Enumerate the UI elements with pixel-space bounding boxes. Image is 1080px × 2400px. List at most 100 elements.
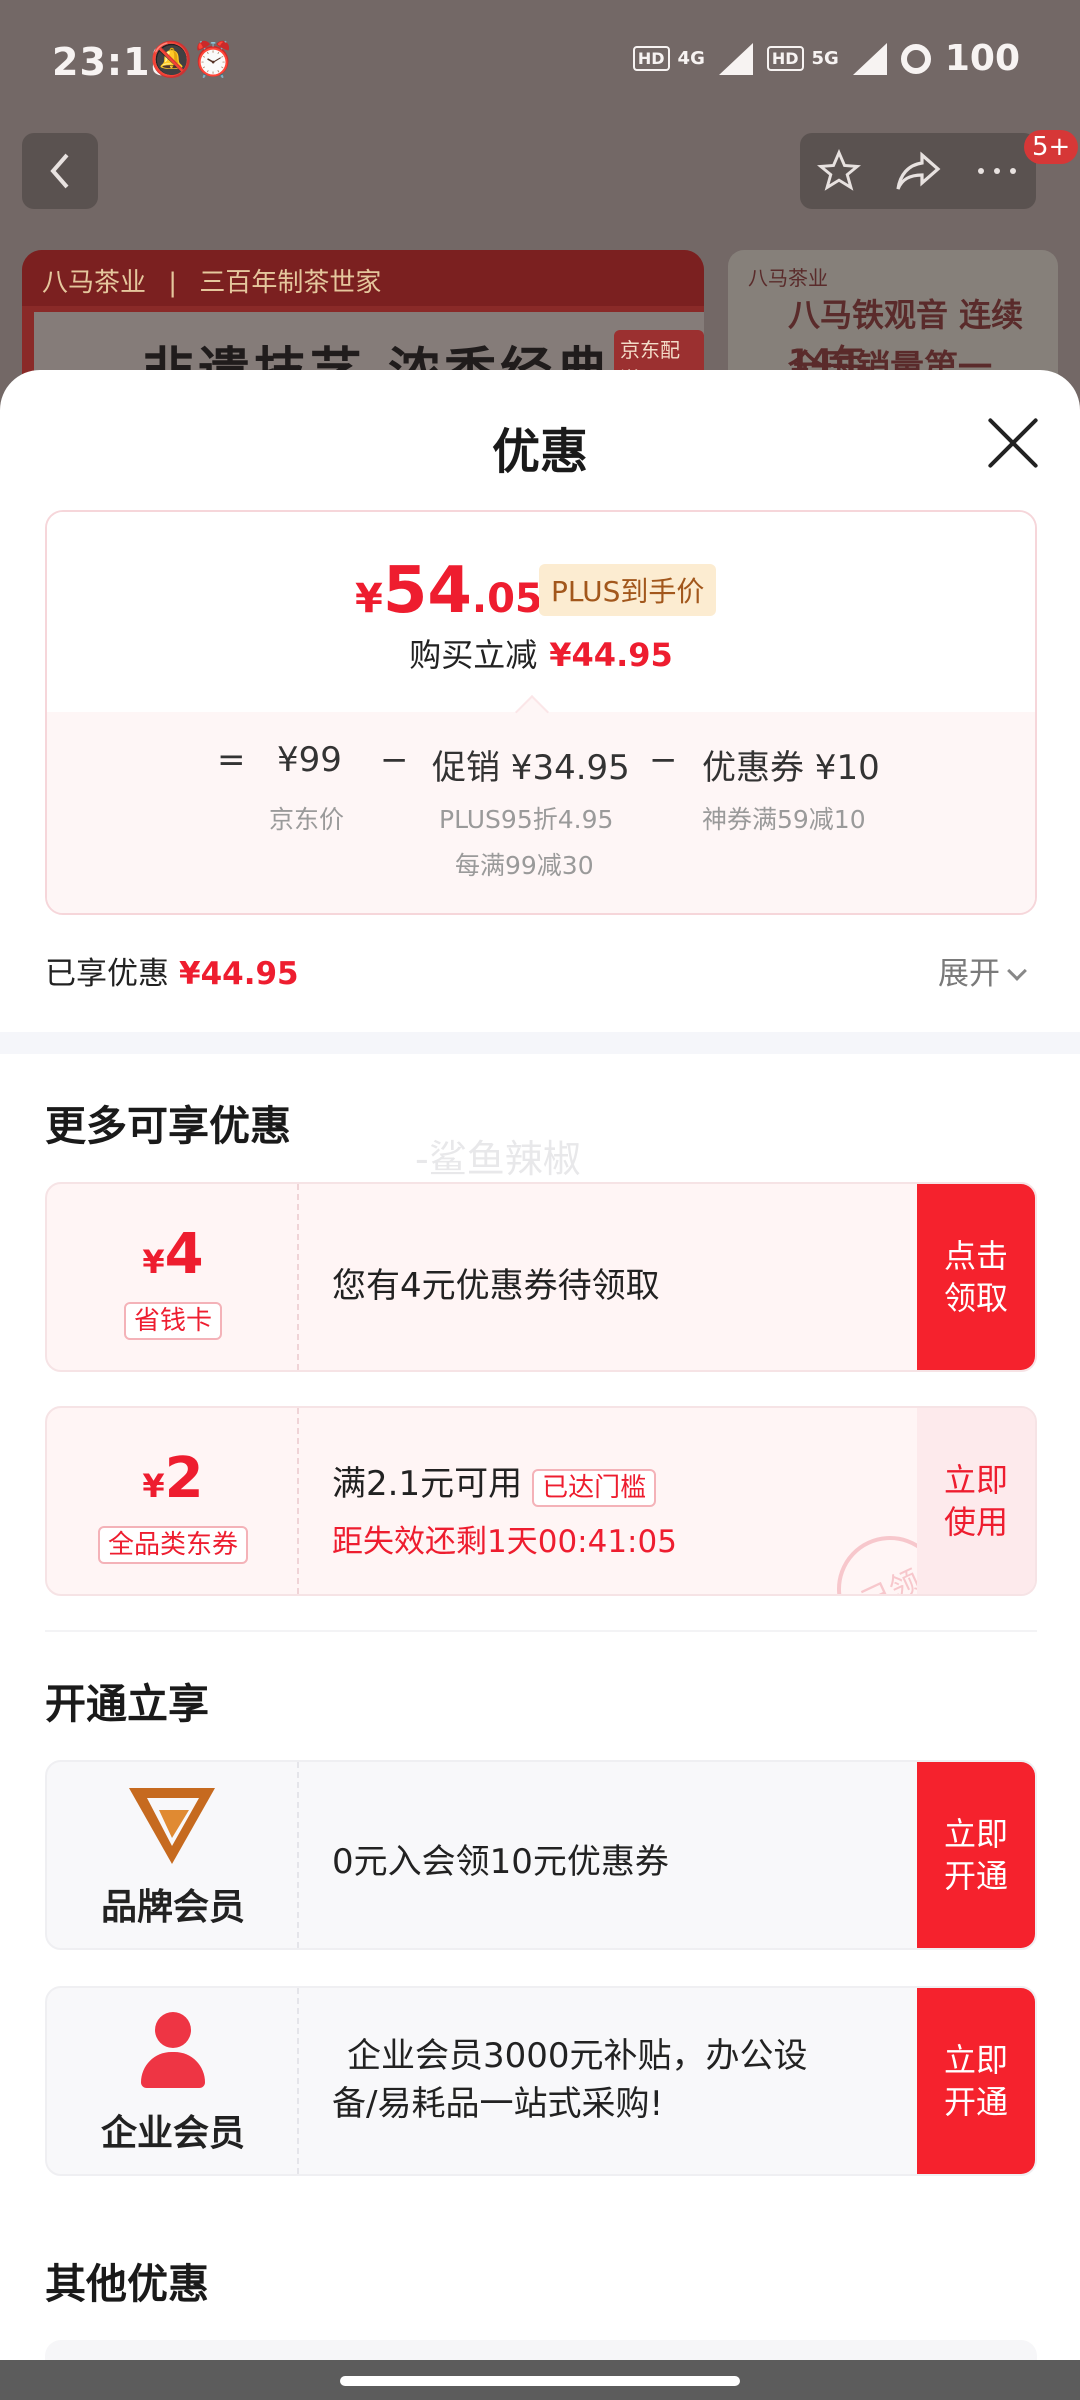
member-left: 企业会员	[47, 1988, 299, 2174]
sheet-title: 优惠	[491, 424, 588, 480]
coupon-amount-number: 4	[164, 1222, 204, 1287]
join-button-label: 立即开通	[943, 1815, 1008, 1895]
member-name: 企业会员	[100, 2113, 245, 2154]
banner-strip: 八马茶业 | 三百年制茶世家	[22, 250, 704, 306]
signal-icon	[852, 42, 887, 75]
background-page: 23:18 🔕⏰ HD 4G HD 5G 100 5+ 八马茶业 | 三百年制茶…	[0, 0, 1080, 420]
star-icon[interactable]	[816, 149, 861, 193]
coupon-currency: ¥	[142, 1243, 165, 1281]
coupon-tag-label: 省钱卡	[123, 1302, 222, 1340]
coupon-desc: 您有4元优惠券待领取	[332, 1266, 660, 1306]
jd-price-label: 京东价	[269, 805, 345, 834]
coupon-left: ¥4 省钱卡	[47, 1184, 299, 1370]
join-button[interactable]: 立即开通	[917, 1988, 1035, 2174]
other-discounts-title: 其他优惠	[45, 2260, 209, 2308]
price-decimal: .05	[471, 576, 543, 622]
minus-sign: −	[380, 740, 409, 780]
enjoyed-discount: 已享优惠 ¥44.95	[45, 948, 299, 993]
member-name: 品牌会员	[100, 1887, 245, 1928]
section-divider	[45, 1630, 1037, 1632]
coupon-amount: ¥4	[47, 1222, 299, 1287]
section-divider	[0, 1032, 1080, 1054]
reduce-value: ¥44.95	[549, 636, 673, 674]
expand-label: 展开	[938, 956, 1000, 992]
discount-sheet: 优惠 ¥54.05 PLUS到手价 购买立减 ¥44.95 = ¥99 京东价 −…	[0, 370, 1080, 2360]
join-button-label: 立即开通	[943, 2041, 1008, 2121]
network-type: 5G	[811, 48, 839, 69]
purchase-reduction: 购买立减 ¥44.95	[47, 630, 1035, 676]
jd-price-value: ¥99	[277, 740, 342, 780]
use-now-label: 立即使用	[943, 1461, 1008, 1541]
more-discounts-title: 更多可享优惠	[45, 1102, 291, 1150]
promo-value: 促销 ¥34.95	[432, 748, 630, 788]
system-nav-bar	[0, 2360, 1080, 2400]
enjoyed-value: ¥44.95	[179, 956, 299, 992]
banner-brand: 八马茶业	[42, 268, 147, 298]
coupon-desc: 满2.1元可用 已达门槛	[332, 1456, 657, 1507]
coupon-tag: 全品类东券	[47, 1524, 299, 1564]
price-integer: 54	[382, 554, 472, 628]
use-now-button[interactable]: 立即使用	[917, 1408, 1035, 1594]
coupon-desc-text: 满2.1元可用	[332, 1464, 523, 1504]
join-button[interactable]: 立即开通	[917, 1762, 1035, 1948]
open-benefits-title: 开通立享	[45, 1680, 209, 1728]
threshold-reached-badge: 已达门槛	[532, 1469, 657, 1507]
battery-icon	[900, 43, 931, 74]
coupon-tag: 省钱卡	[47, 1300, 299, 1340]
close-icon[interactable]	[985, 415, 1041, 471]
member-desc-line1: 企业会员3000元补贴，办公设	[347, 2036, 808, 2076]
notification-badge: 5+	[1024, 130, 1079, 164]
chevron-left-icon	[50, 153, 69, 189]
banner2-brand: 八马茶业	[748, 266, 828, 290]
coupon-amount: ¥2	[47, 1446, 299, 1511]
status-left-icons: 🔕⏰	[150, 40, 235, 80]
share-icon[interactable]	[894, 149, 942, 193]
member-desc: 0元入会领10元优惠券	[332, 1842, 669, 1882]
more-icon[interactable]	[975, 165, 1019, 177]
person-icon	[135, 2012, 211, 2092]
status-right: HD 4G HD 5G 100	[632, 38, 1020, 79]
promo-sub-threshold: 每满99减30	[455, 851, 594, 880]
expand-button[interactable]: 展开	[938, 948, 1027, 993]
chevron-down-icon	[1007, 961, 1027, 981]
plus-price-tag: PLUS到手价	[539, 564, 717, 616]
other-discount-card	[45, 2340, 1037, 2360]
banner-slogan: 三百年制茶世家	[199, 268, 382, 298]
top-action-bar	[800, 133, 1036, 209]
equals-sign: =	[217, 740, 246, 780]
back-button[interactable]	[22, 133, 98, 209]
price-top: ¥54.05 PLUS到手价 购买立减 ¥44.95	[47, 512, 1035, 712]
final-price: ¥54.05	[355, 554, 543, 628]
enterprise-member-card: 企业会员 企业会员3000元补贴，办公设 备/易耗品一站式采购! 立即开通	[45, 1986, 1037, 2176]
brand-v-logo-icon	[129, 1788, 215, 1864]
network-type: 4G	[677, 48, 705, 69]
coupon-left: ¥2 全品类东券	[47, 1408, 299, 1594]
mute-icon: 🔕	[150, 40, 193, 80]
member-left: 品牌会员	[47, 1762, 299, 1948]
coupon-card-allcategory: ¥2 全品类东券 满2.1元可用 已达门槛 距失效还剩1天00:41:05 已领 …	[45, 1406, 1037, 1596]
claim-button-label: 点击领取	[943, 1237, 1008, 1317]
watermark: -鲨鱼辣椒	[415, 1137, 581, 1181]
enjoyed-label: 已享优惠	[45, 956, 169, 992]
price-breakdown-box: ¥54.05 PLUS到手价 购买立减 ¥44.95 = ¥99 京东价 − 促销…	[45, 510, 1037, 915]
battery-level: 100	[944, 38, 1020, 79]
signal-icon	[718, 42, 753, 75]
coupon-card-savings: ¥4 省钱卡 您有4元优惠券待领取 点击领取	[45, 1182, 1037, 1372]
promo-sub-plus: PLUS95折4.95	[439, 805, 614, 834]
coupon-currency: ¥	[142, 1467, 165, 1505]
hd-icon: HD	[632, 46, 670, 71]
price-currency: ¥	[355, 576, 383, 622]
status-bar: 23:18 🔕⏰ HD 4G HD 5G 100	[0, 0, 1080, 125]
claim-button[interactable]: 点击领取	[917, 1184, 1035, 1370]
reduce-label: 购买立减	[409, 636, 538, 674]
coupon-sub: 神券满59减10	[702, 805, 866, 834]
home-indicator[interactable]	[340, 2376, 740, 2386]
coupon-tag-label: 全品类东券	[97, 1526, 248, 1564]
coupon-value: 优惠券 ¥10	[702, 748, 880, 788]
price-formula: = ¥99 京东价 − 促销 ¥34.95 PLUS95折4.95 每满99减3…	[47, 712, 1035, 913]
minus-sign: −	[649, 740, 678, 780]
brand-member-card: 品牌会员 0元入会领10元优惠券 立即开通	[45, 1760, 1037, 1950]
hd-icon: HD	[766, 46, 804, 71]
member-desc-line2: 备/易耗品一站式采购!	[332, 2084, 664, 2124]
coupon-amount-number: 2	[164, 1446, 204, 1511]
